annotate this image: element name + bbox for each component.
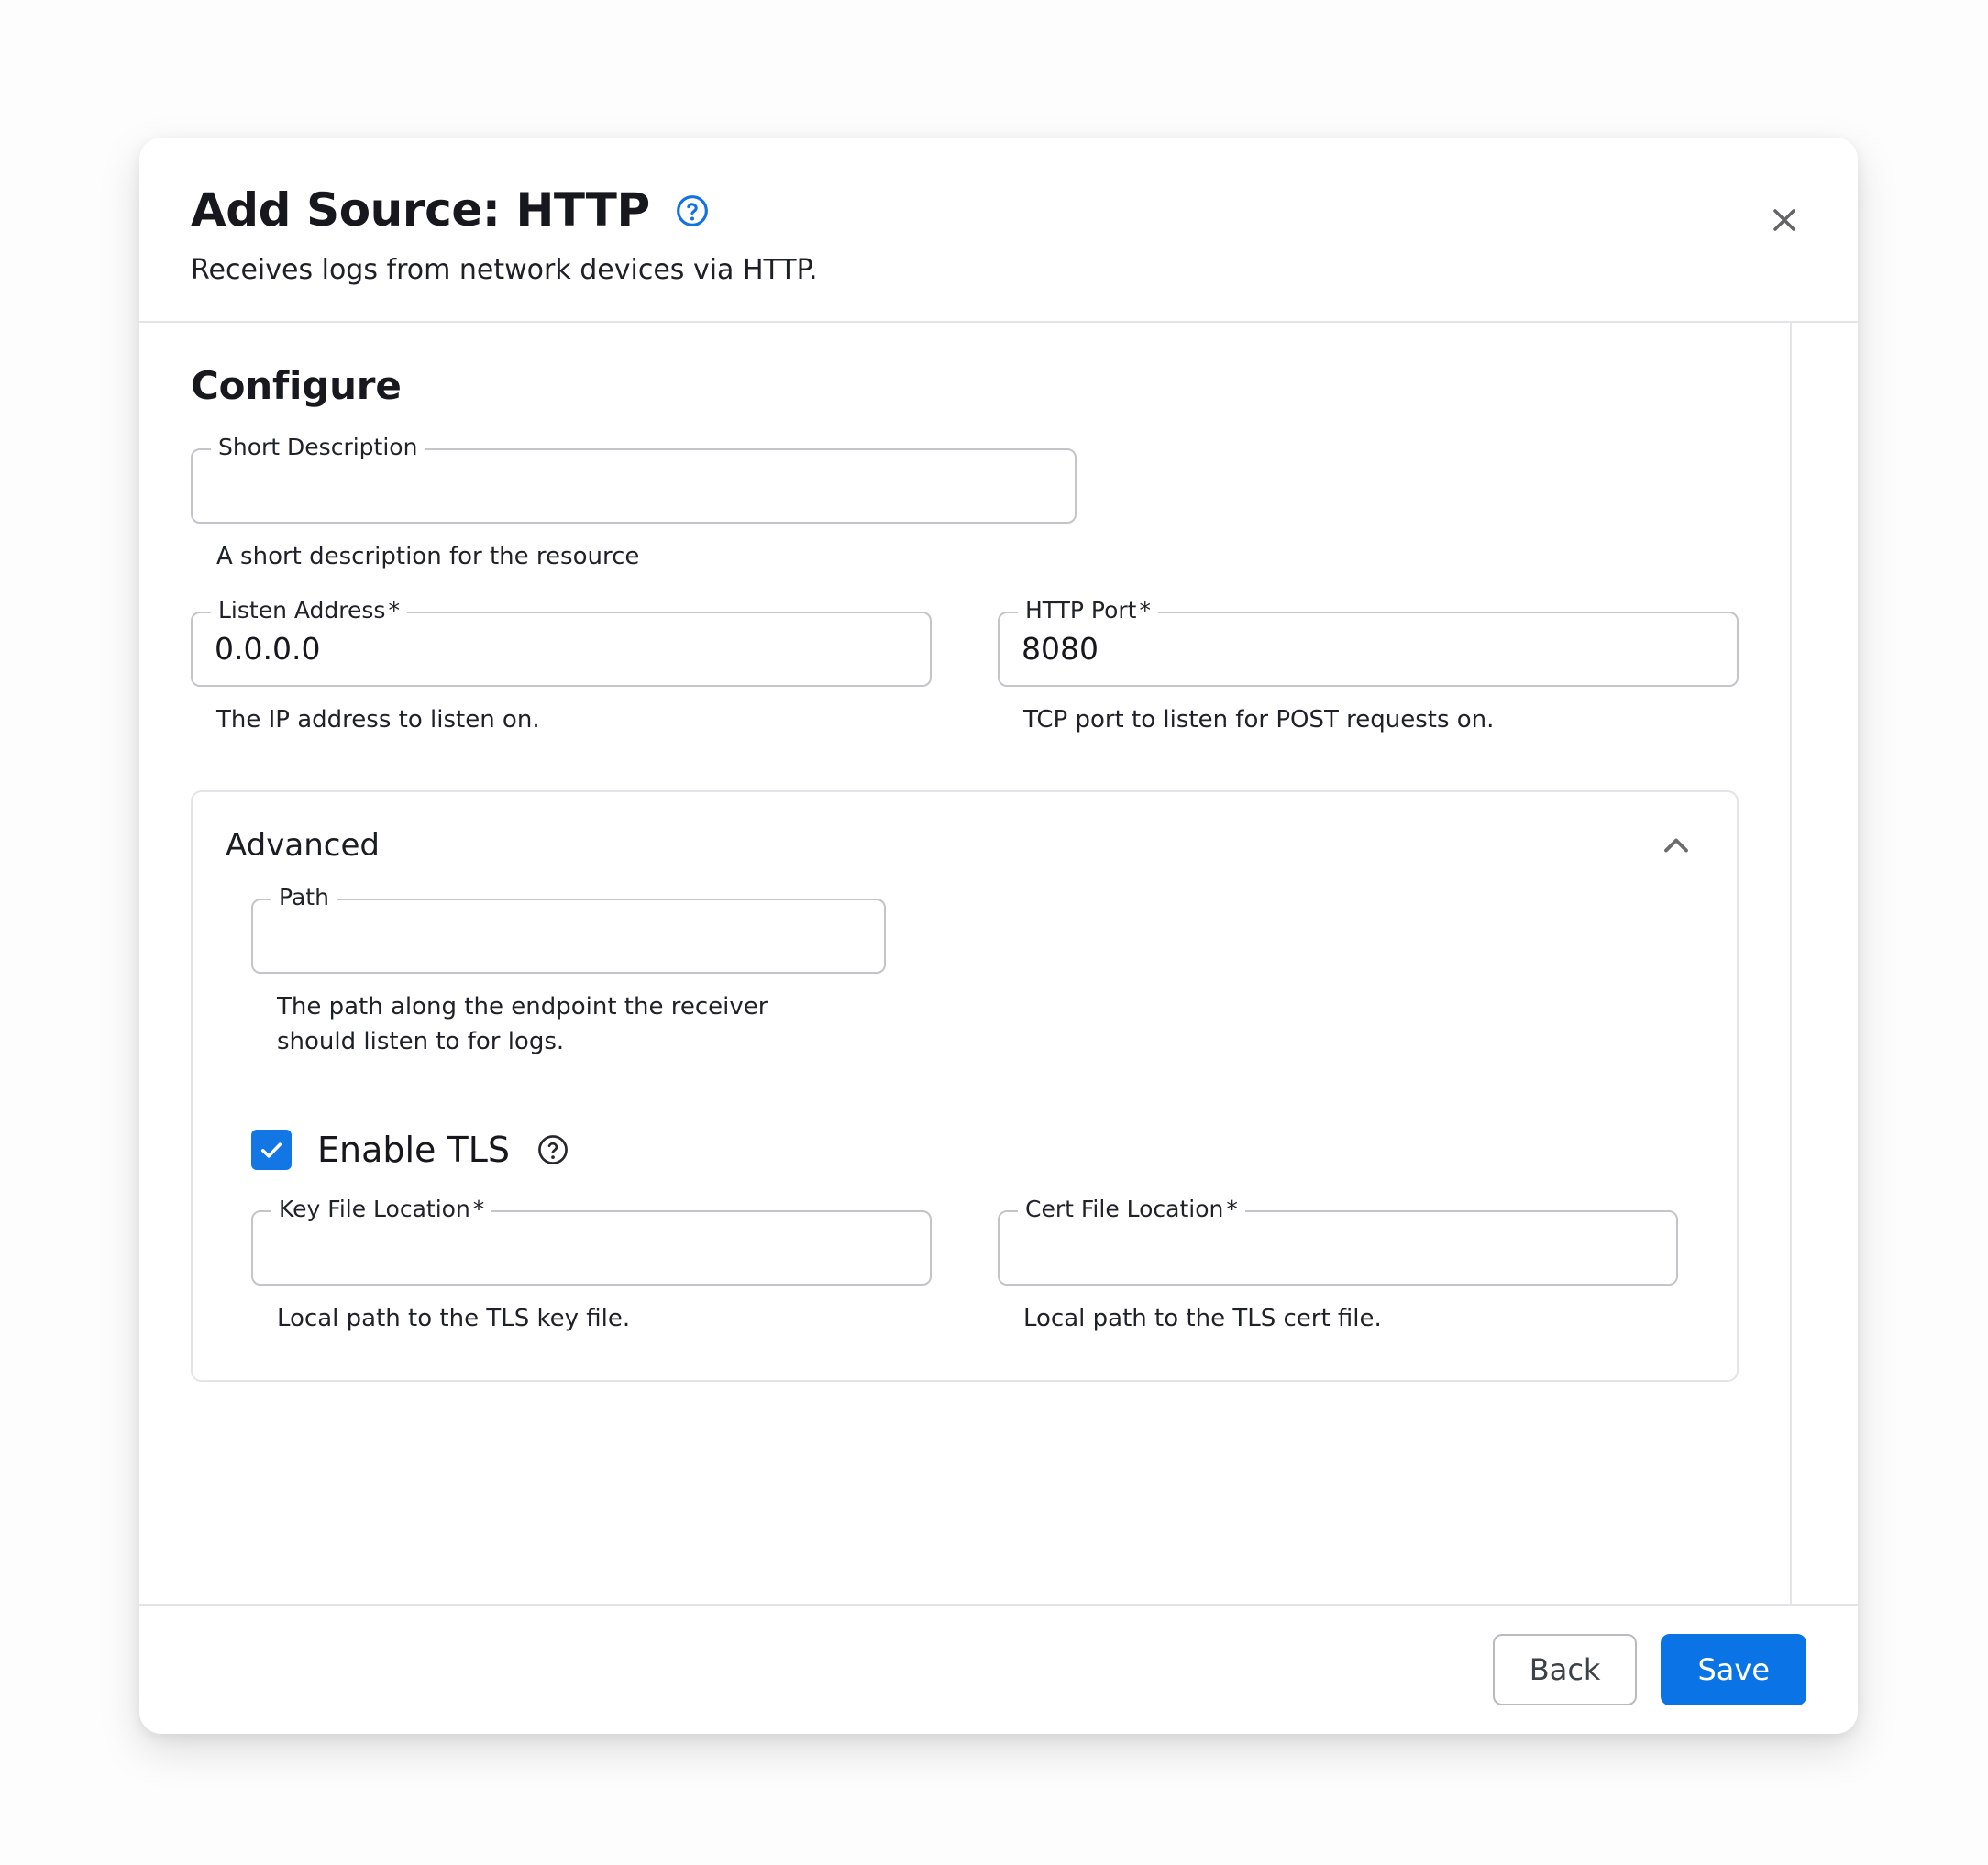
close-icon <box>1773 209 1795 231</box>
tls-files-row: Key File Location * Local path to the TLS… <box>251 1197 1678 1341</box>
listen-address-helper: The IP address to listen on. <box>216 705 540 734</box>
help-circle-icon[interactable] <box>536 1132 570 1167</box>
title-row: Add Source: HTTP <box>191 185 1806 236</box>
key-file-location-input[interactable] <box>275 1230 908 1266</box>
http-port-input[interactable] <box>1022 631 1715 668</box>
dialog-body-wrap: Configure Short Description A short desc… <box>139 323 1858 1604</box>
short-description-helper: A short description for the resource <box>216 543 640 570</box>
http-port-box[interactable]: HTTP Port * <box>998 598 1739 687</box>
advanced-panel: Advanced Path The path along the endpoin… <box>191 790 1739 1383</box>
enable-tls-checkbox[interactable] <box>251 1129 292 1170</box>
key-file-location-box[interactable]: Key File Location * <box>251 1197 932 1286</box>
dialog-body: Configure Short Description A short desc… <box>139 323 1790 1604</box>
enable-tls-row: Enable TLS <box>251 1129 1678 1170</box>
advanced-toggle[interactable]: Advanced <box>226 792 1704 899</box>
listen-address-col: Listen Address* The IP address to listen… <box>191 598 932 742</box>
cert-file-location-box[interactable]: Cert File Location * <box>998 1197 1678 1286</box>
key-file-location-helper: Local path to the TLS key file. <box>277 1304 631 1332</box>
path-box[interactable]: Path <box>251 886 886 975</box>
http-port-field: HTTP Port* TCP port to listen for POST r… <box>998 598 1739 738</box>
key-file-location-label: Key File Location * <box>271 1197 492 1220</box>
cert-file-location-field: Cert File Location * Local path to the TL… <box>998 1197 1678 1337</box>
scrollbar-gutter[interactable] <box>1790 323 1858 1604</box>
listen-address-input[interactable] <box>215 631 908 668</box>
advanced-content: Path The path along the endpoint the rec… <box>226 886 1704 1341</box>
add-source-dialog: Add Source: HTTP Receives logs from netw… <box>139 138 1858 1734</box>
path-field: Path The path along the endpoint the rec… <box>251 886 886 1059</box>
checkmark-icon <box>260 1142 282 1158</box>
path-input[interactable] <box>275 918 862 955</box>
close-button[interactable] <box>1759 194 1810 246</box>
path-label: Path <box>271 886 337 910</box>
help-circle-icon[interactable] <box>674 193 711 229</box>
listen-address-label: Listen Address * <box>211 598 407 622</box>
short-description-field: Short Description A short description fo… <box>191 436 1077 575</box>
key-file-location-field: Key File Location * Local path to the TLS… <box>251 1197 932 1337</box>
address-port-row: Listen Address* The IP address to listen… <box>191 598 1739 742</box>
short-description-box[interactable]: Short Description <box>191 436 1077 524</box>
back-button[interactable]: Back <box>1492 1634 1638 1705</box>
dialog-footer: Back Save <box>139 1606 1858 1734</box>
key-file-col: Key File Location * Local path to the TLS… <box>251 1197 932 1341</box>
http-port-label: HTTP Port * <box>1018 598 1158 622</box>
http-port-col: HTTP Port* TCP port to listen for POST r… <box>998 598 1739 742</box>
cert-file-col: Cert File Location * Local path to the TL… <box>998 1197 1678 1341</box>
listen-address-box[interactable]: Listen Address * <box>191 598 932 687</box>
cert-file-location-input[interactable] <box>1022 1230 1654 1266</box>
path-helper: The path along the endpoint the receiver… <box>277 993 768 1056</box>
chevron-up-icon[interactable] <box>1656 825 1696 866</box>
short-description-input[interactable] <box>215 468 1053 504</box>
http-port-helper: TCP port to listen for POST requests on. <box>1023 705 1495 734</box>
dialog-header: Add Source: HTTP Receives logs from netw… <box>139 138 1858 321</box>
listen-address-field: Listen Address* The IP address to listen… <box>191 598 932 738</box>
configure-section-title: Configure <box>191 363 402 408</box>
advanced-label: Advanced <box>226 827 380 865</box>
enable-tls-label: Enable TLS <box>317 1129 511 1170</box>
page-title: Add Source: HTTP <box>191 183 650 237</box>
dialog-subtitle: Receives logs from network devices via H… <box>191 254 818 286</box>
cert-file-location-label: Cert File Location * <box>1018 1197 1245 1220</box>
save-button[interactable]: Save <box>1661 1634 1806 1705</box>
cert-file-location-helper: Local path to the TLS cert file. <box>1023 1304 1382 1332</box>
short-description-label: Short Description <box>211 436 425 458</box>
